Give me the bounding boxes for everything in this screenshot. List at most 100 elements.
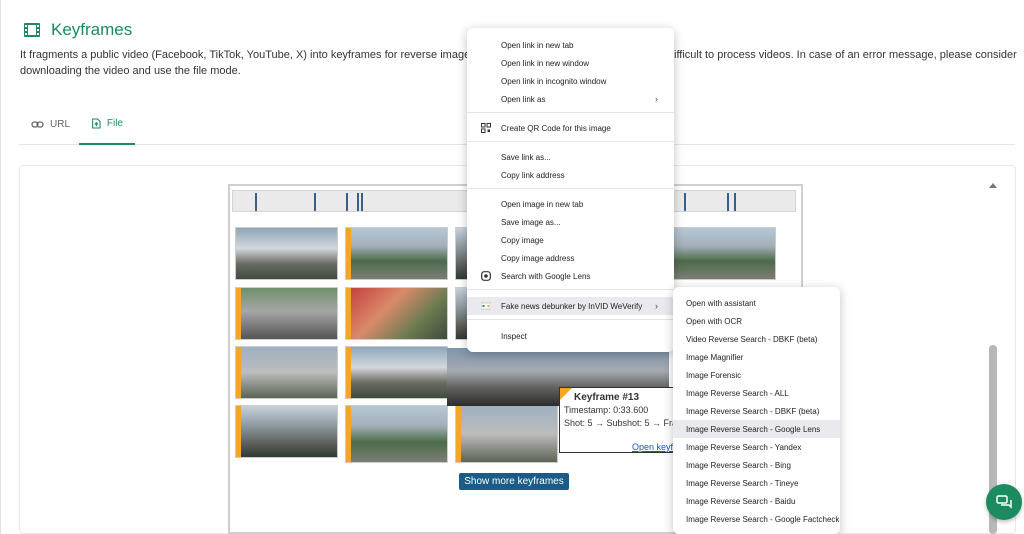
submenu-item-label: Image Reverse Search - Google Factcheck — [686, 514, 840, 524]
submenu-image-reverse-search-yandex[interactable]: Image Reverse Search - Yandex — [673, 438, 840, 456]
menu-item-label: Open image in new tab — [501, 199, 584, 209]
submenu-image-reverse-search-all[interactable]: Image Reverse Search - ALL — [673, 384, 840, 402]
submenu-item-label: Image Reverse Search - Tineye — [686, 478, 799, 488]
invid-extension-icon — [481, 302, 491, 310]
keyframe-marker — [346, 347, 351, 398]
panel-scrollbar[interactable] — [987, 180, 999, 534]
menu-item-label: Inspect — [501, 331, 527, 341]
menu-divider — [467, 141, 674, 142]
description-text-part2: ifficult to process videos. In case of a… — [674, 49, 1017, 61]
keyframe-marker — [236, 347, 241, 398]
submenu-item-label: Image Reverse Search - Baidu — [686, 496, 796, 506]
submenu-open-with-ocr[interactable]: Open with OCR — [673, 312, 840, 330]
submenu-image-reverse-search-google-lens[interactable]: Image Reverse Search - Google Lens — [673, 420, 840, 438]
keyframe-marker — [560, 388, 572, 400]
menu-item-label: Save link as... — [501, 152, 551, 162]
shot-marker — [684, 193, 686, 211]
shot-marker — [314, 193, 316, 211]
menu-item-label: Open link in new tab — [501, 40, 574, 50]
menu-item-label: Open link in new window — [501, 58, 590, 68]
page: Keyframes It fragments a public video (F… — [0, 0, 1024, 534]
menu-save-image-as[interactable]: Save image as... — [467, 213, 674, 231]
submenu-item-label: Image Reverse Search - Yandex — [686, 442, 802, 452]
menu-fake-news-debunker[interactable]: Fake news debunker by InVID WeVerify › — [467, 297, 674, 315]
submenu-image-reverse-search-dbkf[interactable]: Image Reverse Search - DBKF (beta) — [673, 402, 840, 420]
keyframe-thumbnail[interactable] — [345, 346, 448, 399]
keyframe-thumbnail[interactable] — [235, 405, 338, 458]
qr-code-icon — [481, 123, 491, 133]
keyframe-thumbnail[interactable] — [345, 227, 448, 280]
shot-marker — [734, 193, 736, 211]
tab-url-label: URL — [50, 119, 71, 130]
menu-item-label: Search with Google Lens — [501, 271, 591, 281]
submenu-image-magnifier[interactable]: Image Magnifier — [673, 348, 840, 366]
submenu-open-with-assistant[interactable]: Open with assistant — [673, 294, 840, 312]
shot-marker — [361, 193, 363, 211]
menu-item-label: Copy image address — [501, 253, 575, 263]
shot-marker — [346, 193, 348, 211]
keyframe-marker — [236, 406, 241, 457]
tab-file-label: File — [106, 118, 123, 129]
submenu-item-label: Open with OCR — [686, 316, 743, 326]
submenu-item-label: Image Forensic — [686, 370, 742, 380]
submenu-image-reverse-search-bing[interactable]: Image Reverse Search - Bing — [673, 456, 840, 474]
submenu-item-label: Open with assistant — [686, 298, 756, 308]
keyframe-thumbnail[interactable] — [455, 405, 558, 463]
menu-open-link-as[interactable]: Open link as › — [467, 90, 674, 108]
tab-file[interactable]: File — [79, 104, 135, 145]
submenu-image-forensic[interactable]: Image Forensic — [673, 366, 840, 384]
menu-copy-link-address[interactable]: Copy link address — [467, 166, 674, 184]
menu-divider — [467, 188, 674, 189]
menu-item-label: Copy link address — [501, 170, 565, 180]
keyframe-marker — [456, 406, 461, 462]
keyframe-tooltip: Keyframe #13 Timestamp: 0:33.600 Shot: 5… — [559, 387, 677, 453]
menu-save-link-as[interactable]: Save link as... — [467, 148, 674, 166]
submenu-video-reverse-search-dbkf[interactable]: Video Reverse Search - DBKF (beta) — [673, 330, 840, 348]
shot-marker — [255, 193, 257, 211]
menu-copy-image-address[interactable]: Copy image address — [467, 249, 674, 267]
google-lens-icon — [481, 271, 491, 281]
description-text-line2: downloading the video and use the file m… — [20, 65, 241, 77]
menu-inspect[interactable]: Inspect — [467, 327, 674, 345]
menu-open-link-new-tab[interactable]: Open link in new tab — [467, 36, 674, 54]
tooltip-shot: Shot: 5 → Subshot: 5 → Fran — [564, 418, 677, 428]
menu-search-google-lens[interactable]: Search with Google Lens — [467, 267, 674, 285]
submenu-item-label: Video Reverse Search - DBKF (beta) — [686, 334, 818, 344]
menu-open-image-new-tab[interactable]: Open image in new tab — [467, 195, 674, 213]
keyframe-marker — [236, 288, 241, 339]
chat-assistant-button[interactable] — [986, 484, 1022, 520]
description-text-part1: It fragments a public video (Facebook, T… — [20, 49, 467, 61]
menu-open-link-new-window[interactable]: Open link in new window — [467, 54, 674, 72]
submenu-image-reverse-search-baidu[interactable]: Image Reverse Search - Baidu — [673, 492, 840, 510]
keyframe-thumbnail[interactable] — [345, 405, 448, 463]
keyframe-marker — [346, 288, 351, 339]
menu-open-link-incognito[interactable]: Open link in incognito window — [467, 72, 674, 90]
menu-item-label: Save image as... — [501, 217, 561, 227]
keyframe-thumbnail[interactable] — [235, 227, 338, 280]
fake-news-debunker-submenu: Open with assistant Open with OCR Video … — [673, 287, 840, 534]
shot-marker — [357, 193, 359, 211]
file-upload-icon — [92, 118, 101, 129]
menu-item-label: Open link in incognito window — [501, 76, 607, 86]
page-header: Keyframes — [23, 20, 132, 40]
keyframe-thumbnail[interactable] — [673, 227, 776, 280]
menu-item-label: Fake news debunker by InVID WeVerify — [501, 301, 643, 311]
shot-marker — [727, 193, 729, 211]
show-more-keyframes-button[interactable]: Show more keyframes — [459, 473, 569, 490]
menu-create-qr-code[interactable]: Create QR Code for this image — [467, 119, 674, 137]
keyframe-thumbnail[interactable] — [345, 287, 448, 340]
open-keyframe-link[interactable]: Open keyf — [632, 441, 673, 452]
menu-copy-image[interactable]: Copy image — [467, 231, 674, 249]
submenu-image-reverse-search-tineye[interactable]: Image Reverse Search - Tineye — [673, 474, 840, 492]
keyframe-marker — [346, 406, 351, 462]
tab-url[interactable]: URL — [19, 104, 82, 145]
keyframe-thumbnail[interactable] — [235, 287, 338, 340]
keyframe-thumbnail[interactable] — [235, 346, 338, 399]
page-title: Keyframes — [51, 20, 133, 39]
keyframe-marker — [346, 228, 351, 279]
submenu-item-label: Image Reverse Search - Google Lens — [686, 424, 821, 434]
submenu-image-reverse-search-google-factcheck[interactable]: Image Reverse Search - Google Factcheck — [673, 510, 840, 528]
submenu-item-label: Image Reverse Search - ALL — [686, 388, 789, 398]
scroll-up-arrow-icon[interactable] — [989, 183, 997, 188]
menu-divider — [467, 319, 674, 320]
